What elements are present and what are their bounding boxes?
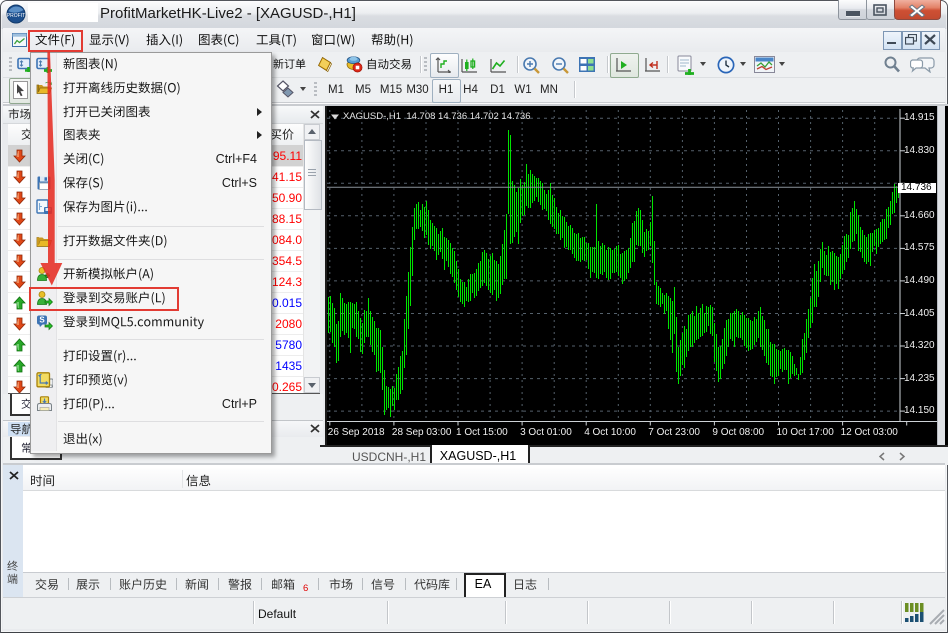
svg-text:S: S (39, 316, 45, 325)
svg-text:PROFIT: PROFIT (7, 13, 25, 19)
